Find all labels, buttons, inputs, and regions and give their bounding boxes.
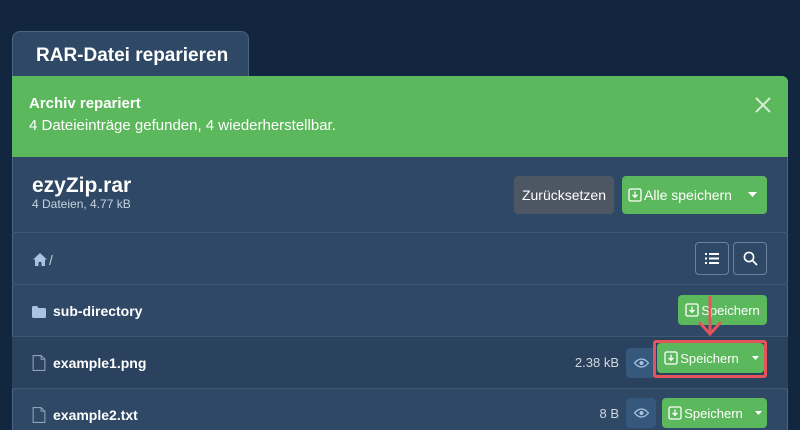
row-name: sub-directory <box>53 303 143 319</box>
save-dropdown[interactable] <box>749 398 767 428</box>
tab-title: RAR-Datei reparieren <box>36 45 229 66</box>
save-all-button[interactable]: Alle speichern <box>622 176 767 214</box>
breadcrumb: / <box>12 233 788 285</box>
save-all-dropdown[interactable] <box>738 176 767 214</box>
breadcrumb-separator: / <box>49 252 53 268</box>
download-icon <box>628 188 642 202</box>
file-size: 8 B <box>599 406 619 421</box>
search-icon <box>743 251 758 266</box>
list-item[interactable]: sub-directory Speichern <box>12 285 788 337</box>
alert-text: 4 Dateieinträge gefunden, 4 wiederherste… <box>29 117 336 134</box>
row-name: example2.txt <box>53 407 138 423</box>
archive-header: ezyZip.rar 4 Dateien, 4.77 kB Zurücksetz… <box>12 157 788 233</box>
highlight-box <box>653 340 767 378</box>
reset-button[interactable]: Zurücksetzen <box>514 176 614 214</box>
reset-button-label: Zurücksetzen <box>521 187 607 203</box>
save-all-label: Alle speichern <box>644 187 732 203</box>
home-icon[interactable] <box>33 253 47 266</box>
row-name: example1.png <box>53 355 147 371</box>
eye-icon <box>633 358 649 368</box>
caret-down-icon <box>748 192 757 197</box>
preview-button[interactable] <box>626 348 656 378</box>
preview-button[interactable] <box>626 398 656 428</box>
search-button[interactable] <box>733 242 767 275</box>
close-icon[interactable] <box>754 96 772 114</box>
archive-meta: 4 Dateien, 4.77 kB <box>32 197 131 211</box>
file-icon <box>32 355 46 371</box>
eye-icon <box>633 408 649 418</box>
download-icon <box>668 406 682 420</box>
tab-repair-rar[interactable]: RAR-Datei reparieren <box>12 31 249 77</box>
save-button[interactable]: Speichern <box>662 398 767 428</box>
folder-icon <box>32 306 46 318</box>
list-icon <box>705 253 719 264</box>
caret-down-icon <box>754 410 762 415</box>
file-size: 2.38 kB <box>574 355 619 370</box>
list-item[interactable]: example2.txt 8 B Speichern <box>12 389 788 430</box>
save-label: Speichern <box>684 405 743 421</box>
success-alert: Archiv repariert 4 Dateieinträge gefunde… <box>12 76 788 157</box>
file-icon <box>32 407 46 423</box>
archive-name: ezyZip.rar <box>32 174 132 197</box>
list-view-button[interactable] <box>695 242 729 275</box>
arrow-down-icon <box>698 296 722 337</box>
alert-title: Archiv repariert <box>29 95 141 112</box>
